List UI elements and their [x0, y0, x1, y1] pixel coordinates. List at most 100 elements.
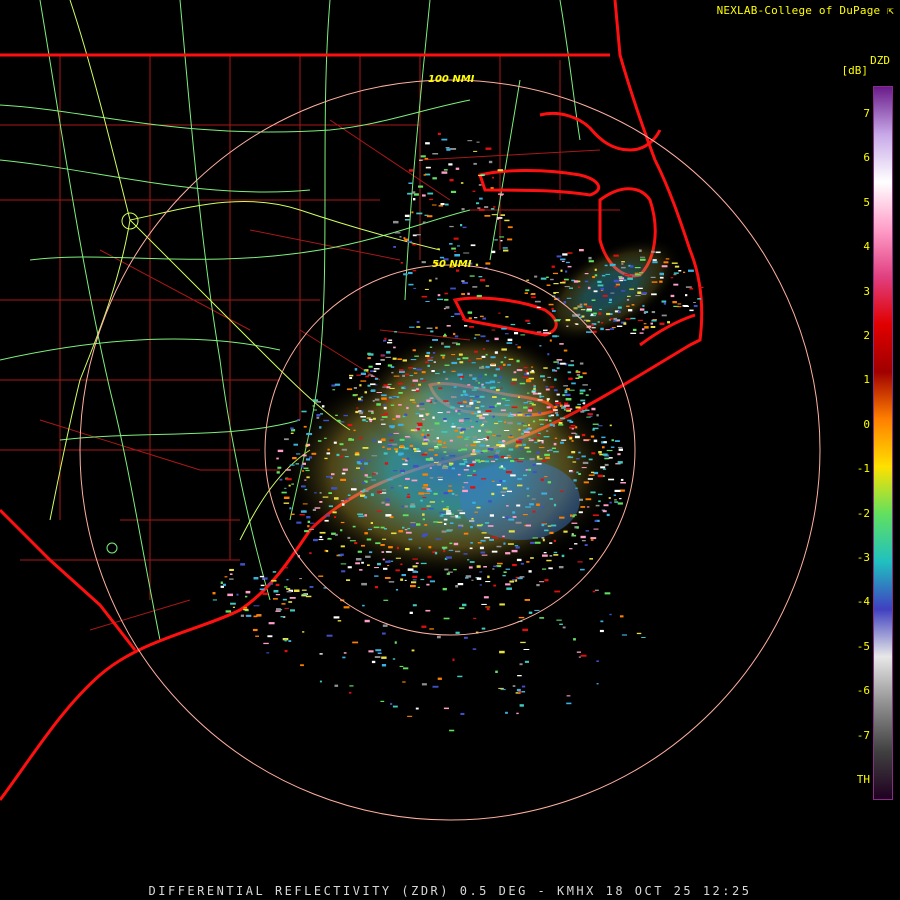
echo-gate — [309, 552, 312, 555]
echo-gate — [413, 287, 417, 289]
echo-gate — [592, 590, 596, 593]
echo-gate — [469, 395, 475, 397]
echo-gate — [463, 401, 468, 404]
echo-gate — [573, 479, 577, 482]
echo-gate — [346, 579, 351, 581]
echo-gate — [651, 281, 658, 283]
echo-gate — [478, 460, 481, 463]
echo-gate — [615, 283, 620, 286]
range-label-100: 100 NMI — [428, 74, 475, 85]
echo-gate — [423, 484, 429, 487]
echo-gate — [479, 197, 483, 200]
echo-gate — [583, 402, 586, 405]
echo-gate — [432, 339, 438, 341]
echo-gate — [395, 569, 400, 572]
echo-gate — [576, 374, 580, 376]
echo-gate — [531, 296, 536, 299]
echo-gate — [407, 527, 411, 530]
echo-gate — [467, 475, 472, 477]
echo-gate — [348, 438, 354, 441]
echo-gate — [314, 507, 321, 509]
echo-gate — [546, 284, 551, 286]
echo-gate — [275, 594, 281, 596]
echo-gate — [416, 425, 422, 428]
echo-gate — [560, 269, 563, 272]
echo-gate — [457, 473, 461, 476]
echo-gate — [453, 542, 459, 546]
echo-gate — [410, 584, 416, 588]
echo-gate — [403, 447, 409, 450]
echo-gate — [471, 517, 474, 520]
echo-gate — [472, 436, 477, 439]
echo-gate — [497, 562, 503, 565]
echo-gate — [411, 389, 416, 391]
echo-gate — [528, 439, 534, 442]
echo-gate — [390, 427, 395, 429]
echo-gate — [271, 579, 277, 582]
echo-gate — [427, 364, 430, 367]
echo-gate — [326, 634, 333, 637]
echo-gate — [434, 400, 438, 402]
echo-gate — [582, 384, 588, 386]
echo-gate — [676, 306, 682, 308]
echo-gate — [424, 440, 429, 442]
echo-gate — [275, 583, 280, 586]
echo-gate — [229, 578, 234, 580]
echo-gate — [470, 244, 476, 247]
echo-gate — [455, 167, 460, 170]
echo-gate — [578, 451, 581, 454]
echo-gate — [340, 478, 346, 481]
echo-gate — [659, 280, 663, 283]
echo-gate — [455, 550, 461, 553]
echo-gate — [464, 325, 468, 327]
echo-gate — [586, 331, 592, 333]
echo-gate — [614, 440, 620, 442]
echo-gate — [525, 524, 531, 527]
echo-gate — [525, 319, 530, 322]
echo-gate — [425, 355, 430, 357]
echo-gate — [384, 577, 391, 579]
echo-gate — [429, 580, 435, 583]
echo-gate — [528, 437, 531, 439]
echo-gate — [435, 326, 438, 329]
echo-gate — [524, 292, 528, 294]
echo-gate — [494, 239, 498, 241]
echo-gate — [426, 429, 430, 431]
echo-gate — [697, 298, 702, 300]
echo-gate — [451, 423, 454, 425]
echo-gate — [422, 442, 428, 445]
legend-tick: 4 — [863, 240, 870, 254]
echo-gate — [491, 250, 496, 254]
echo-gate — [685, 286, 692, 288]
echo-gate — [473, 162, 477, 165]
echo-gate — [485, 285, 490, 287]
echo-gate — [613, 494, 616, 496]
echo-gate — [398, 453, 402, 456]
echo-gate — [532, 392, 539, 395]
echo-gate — [526, 400, 532, 402]
echo-gate — [387, 433, 393, 436]
echo-gate — [583, 303, 588, 306]
echo-gate — [463, 252, 470, 254]
echo-gate — [342, 656, 346, 659]
echo-gate — [286, 588, 291, 590]
echo-gate — [281, 491, 287, 494]
echo-gate — [496, 218, 499, 220]
echo-gate — [577, 403, 581, 406]
echo-gate — [411, 385, 415, 387]
echo-gate — [363, 369, 367, 372]
echo-gate — [541, 441, 544, 444]
echo-gate — [297, 419, 300, 421]
echo-gate — [494, 405, 497, 408]
echo-gate — [224, 576, 228, 578]
echo-gate — [437, 412, 443, 414]
echo-gate — [597, 474, 603, 478]
echo-gate — [400, 578, 404, 581]
echo-gate — [389, 516, 394, 519]
echo-gate — [386, 351, 391, 354]
echo-gate — [381, 438, 386, 441]
echo-gate — [357, 550, 362, 553]
echo-gate — [462, 357, 469, 360]
echo-gate — [575, 487, 578, 489]
echo-gate — [349, 685, 354, 687]
